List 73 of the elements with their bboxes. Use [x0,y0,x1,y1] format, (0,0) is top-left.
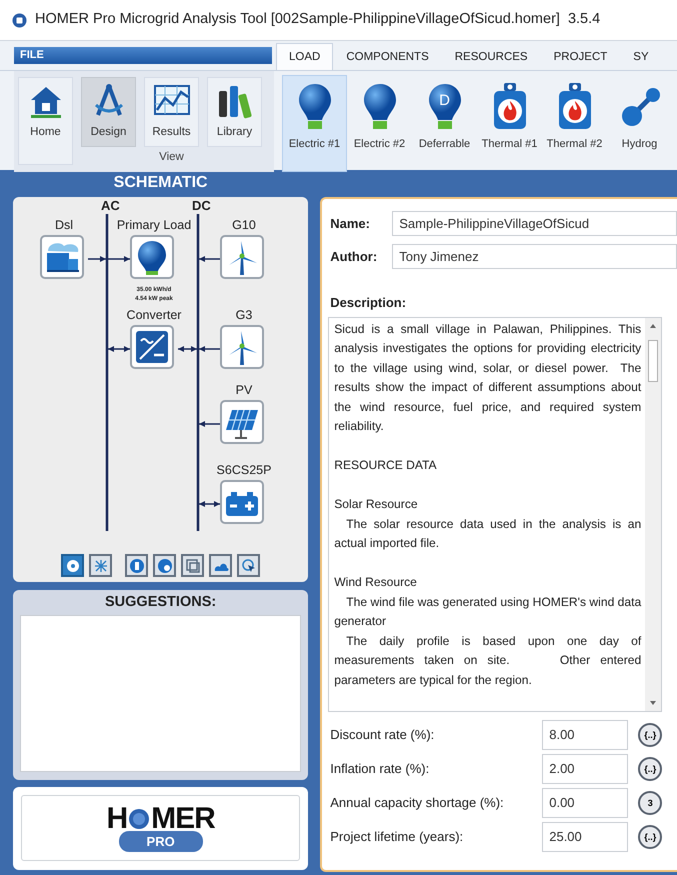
sensitivity-button[interactable]: {..} [638,756,662,780]
component-node[interactable] [220,325,264,369]
component-label: G3 [236,308,252,322]
version-text: 3.5.4 [568,10,600,30]
component-node[interactable] [40,235,84,279]
file-tab[interactable]: FILE [14,47,272,64]
component-node[interactable] [130,235,174,279]
field-label: Author: [330,248,378,266]
squares-icon [184,558,201,574]
sensitivity-button[interactable]: {..} [638,824,662,848]
sensitivity-button[interactable]: 3 [638,790,662,814]
parameter-field[interactable]: 25.00 [542,822,628,852]
scrollbar[interactable] [645,318,662,710]
field-label: Name: [330,214,371,233]
home-button[interactable]: Home [18,77,73,166]
load-button[interactable]: Thermal #1 [477,75,542,172]
component-label: PV [236,383,252,397]
load-button[interactable]: Electric #2 [347,75,412,172]
ribbon-tab[interactable]: SY [620,43,662,70]
bus-label: DC [192,199,211,213]
field-label: Description: [330,294,406,312]
ribbon-tab[interactable]: LOAD [276,43,334,70]
parameter-label: Annual capacity shortage (%): [330,794,505,812]
load-button[interactable]: Hydrog [607,75,672,172]
load-button[interactable]: Electric #1 [282,75,347,172]
panel-title: SCHEMATIC [112,173,209,193]
icon-letter: D [438,93,451,108]
author-field[interactable]: Tony Jimenez [392,244,677,269]
schematic-tool-button[interactable] [153,554,176,577]
app-icon [12,12,27,28]
parameter-field[interactable]: 0.00 [542,788,628,818]
sensitivity-button[interactable]: {..} [638,722,662,746]
component-label: Primary Load [116,218,192,232]
component-label: Converter [126,308,182,322]
description-field[interactable]: Sicud is a small village in Palawan, Philippines. This analysis investigates the options for providing electricity to the village using wind, solar, or diesel power. The results show the impact of different assumptions about the wind resource, fuel price, and required system reliability. RESOURCE DATA Solar Resource The solar resource data used in the analysis is an actual imported file. Wind Resource The wind file was generated using HOMER's wind data generator The daily profile is based upon one day of measurements taken on site. Other entered parameters are typical for the region. [328,316,662,712]
schematic-tool-button[interactable] [209,554,232,577]
component-node[interactable] [220,400,264,444]
panel-title: SUGGESTIONS: [104,593,218,612]
results-button[interactable]: Results [144,77,199,146]
library-button[interactable]: Library [207,77,262,146]
parameter-label: Inflation rate (%): [330,760,430,778]
parameter-field[interactable]: 2.00 [542,754,628,784]
load-button[interactable]: D Deferrable [412,75,477,172]
window-title: HOMER Pro Microgrid Analysis Tool [002Sample-PhilippineVillageOfSicud.homer] [35,10,560,30]
group-label: View [159,150,184,164]
parameter-label: Project lifetime (years): [330,828,464,846]
parameter-label: Discount rate (%): [330,726,436,744]
design-button[interactable]: Design [81,77,136,146]
parameter-field[interactable]: 8.00 [542,720,628,750]
component-label: G10 [232,218,256,232]
component-node[interactable] [220,235,264,279]
ribbon-tab[interactable]: COMPONENTS [333,43,442,70]
scroll-thumb[interactable] [648,340,658,382]
schematic-tool-button[interactable] [237,554,260,577]
component-node[interactable] [220,480,264,524]
load-button[interactable]: Thermal #2 [542,75,607,172]
schematic-tool-button[interactable] [89,554,112,577]
schematic-tool-button[interactable] [125,554,148,577]
schematic-tool-button[interactable] [61,554,84,577]
component-label: Dsl [54,218,74,232]
asterisk-icon [92,558,109,574]
ribbon-tab[interactable]: RESOURCES [442,43,541,70]
name-field[interactable]: Sample-PhilippineVillageOfSicud [392,211,677,236]
schematic-tool-button[interactable] [181,554,204,577]
component-node[interactable] [130,325,174,369]
cursor-icon [240,558,257,574]
ribbon-tab[interactable]: PROJECT [540,43,620,70]
sun-icon [128,808,150,830]
inverter-icon [134,329,170,365]
component-label: S6CS25P [216,463,272,477]
pro-badge: PRO [118,830,203,852]
target-icon [64,558,81,574]
bus-label: AC [101,199,120,213]
